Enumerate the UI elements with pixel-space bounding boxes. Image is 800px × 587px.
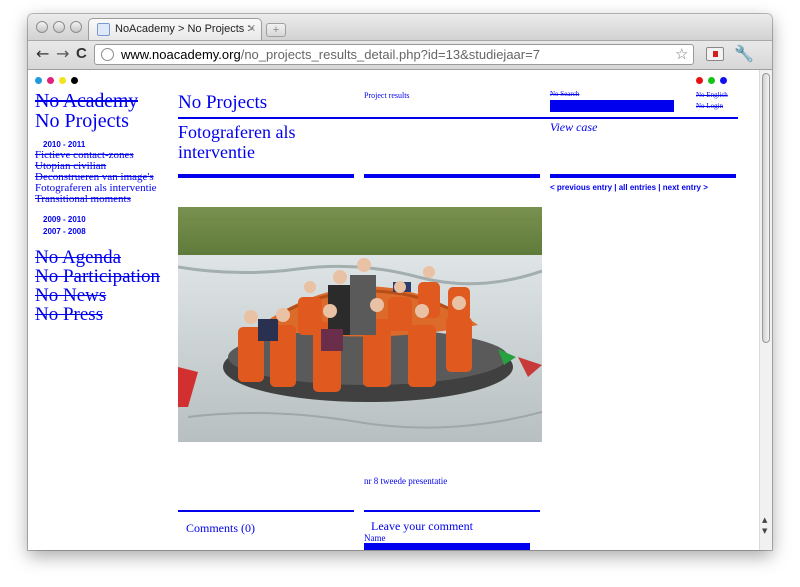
color-dot-blue <box>35 77 42 84</box>
year-link-2009-2010[interactable]: 2009 - 2010 <box>43 215 86 224</box>
color-dot-magenta <box>47 77 54 84</box>
globe-icon <box>101 48 114 61</box>
name-input[interactable] <box>364 543 530 550</box>
star-icon[interactable]: ☆ <box>675 45 688 63</box>
comments-count: Comments (0) <box>186 521 255 535</box>
browser-toolbar: ← → C www.noacademy.org/no_projects_resu… <box>28 41 772 70</box>
address-bar[interactable]: www.noacademy.org/no_projects_results_de… <box>94 44 694 65</box>
project-link-transitional-moments[interactable]: Transitional moments <box>35 194 131 205</box>
previous-entry-link[interactable]: < previous entry <box>550 183 612 192</box>
title-bar: NoAcademy > No Projects > ✕ + <box>28 14 772 41</box>
sidebar-section-title[interactable]: No Projects <box>35 110 129 133</box>
nav-separator: | <box>656 183 663 192</box>
browser-tab[interactable]: NoAcademy > No Projects > ✕ <box>88 18 262 40</box>
nav-link-participation[interactable]: No Participation <box>35 267 160 287</box>
new-tab-button[interactable]: + <box>266 23 286 37</box>
page-content: No Academy No Projects 2010 - 2011 Ficti… <box>28 70 772 550</box>
color-dot-black <box>71 77 78 84</box>
entry-navigation: < previous entry | all entries | next en… <box>550 183 708 192</box>
column-divider-1 <box>178 174 354 178</box>
scroll-up-icon[interactable]: ▲ <box>762 516 767 524</box>
tab-title: NoAcademy > No Projects > <box>115 23 254 35</box>
zoom-window-button[interactable] <box>70 21 82 33</box>
color-dot-yellow <box>59 77 66 84</box>
nav-link-press[interactable]: No Press <box>35 305 103 325</box>
wrench-icon[interactable]: 🔧 <box>734 44 754 63</box>
close-tab-icon[interactable]: ✕ <box>247 22 256 35</box>
back-button[interactable]: ← <box>36 45 49 63</box>
next-entry-link[interactable]: next entry > <box>663 183 708 192</box>
all-entries-link[interactable]: all entries <box>619 183 656 192</box>
color-dot-blue-right <box>720 77 727 84</box>
nav-link-agenda[interactable]: No Agenda <box>35 248 121 268</box>
page-title: No Projects <box>178 92 268 113</box>
close-window-button[interactable] <box>36 21 48 33</box>
login-link[interactable]: No Login <box>696 102 723 110</box>
minimize-window-button[interactable] <box>53 21 65 33</box>
forward-button[interactable]: → <box>56 45 69 63</box>
scroll-down-icon[interactable]: ▼ <box>762 527 767 535</box>
browser-window: NoAcademy > No Projects > ✕ + ← → C www.… <box>28 14 772 550</box>
leave-comment-heading: Leave your comment <box>371 519 473 533</box>
reload-button[interactable]: C <box>76 45 87 63</box>
url-path: /no_projects_results_detail.php?id=13&st… <box>240 47 540 62</box>
url-domain: www.noacademy.org <box>121 47 241 62</box>
color-dot-green <box>708 77 715 84</box>
photo-image <box>178 207 542 442</box>
nav-link-news[interactable]: No News <box>35 286 106 306</box>
color-dot-red <box>696 77 703 84</box>
column-divider-2 <box>364 174 540 178</box>
year-link-2007-2008[interactable]: 2007 - 2008 <box>43 227 86 236</box>
breadcrumb-project-results[interactable]: Project results <box>364 91 410 100</box>
view-case-link[interactable]: View case <box>550 120 597 135</box>
page-icon <box>97 23 110 36</box>
column-divider-3 <box>550 174 736 178</box>
search-link[interactable]: No Search <box>550 90 579 98</box>
extension-icon[interactable] <box>706 47 724 61</box>
leave-comment-divider <box>364 510 540 512</box>
comments-divider <box>178 510 354 512</box>
scrollbar-thumb[interactable] <box>762 73 770 343</box>
language-link-english[interactable]: No English <box>696 91 728 99</box>
name-label: Name <box>364 533 386 543</box>
project-photo <box>178 207 542 442</box>
entry-title: Fotograferen als interventie <box>178 122 296 162</box>
photo-caption: nr 8 tweede presentatie <box>364 476 448 486</box>
url-text: www.noacademy.org/no_projects_results_de… <box>121 47 540 62</box>
vertical-scrollbar[interactable]: ▲ ▼ <box>759 70 772 550</box>
year-link-2010-2011[interactable]: 2010 - 2011 <box>43 140 85 149</box>
search-input[interactable] <box>550 100 674 112</box>
nav-separator: | <box>612 183 619 192</box>
header-divider <box>178 117 738 119</box>
